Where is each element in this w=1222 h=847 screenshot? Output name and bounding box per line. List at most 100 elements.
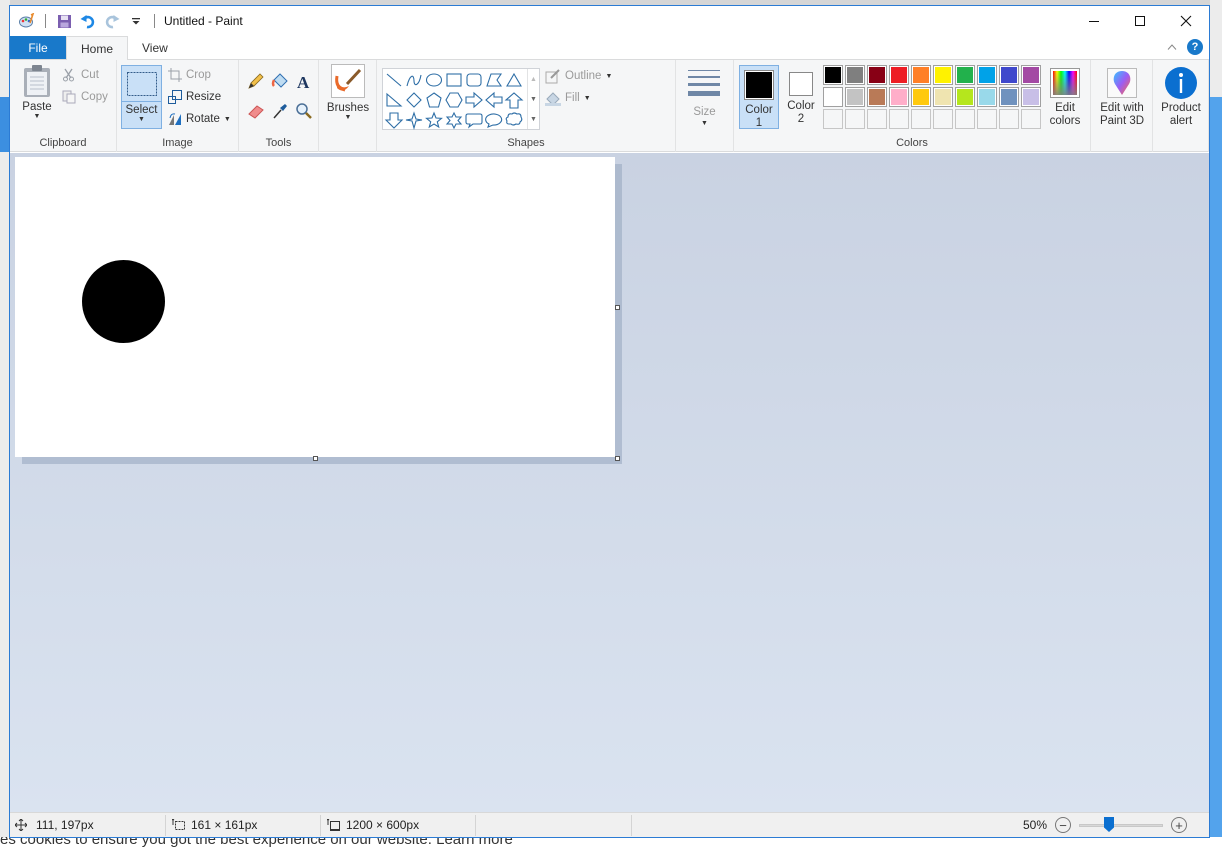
palette-swatch[interactable] (823, 87, 843, 107)
resize-handle-corner[interactable] (615, 456, 620, 461)
shape-rectangle[interactable] (446, 73, 462, 87)
palette-swatch-empty[interactable] (823, 109, 843, 129)
zoom-out-button[interactable]: − (1055, 817, 1071, 833)
palette-swatch[interactable] (977, 87, 997, 107)
save-icon[interactable] (55, 12, 73, 30)
palette-swatch-empty[interactable] (1021, 109, 1041, 129)
shape-curve[interactable] (406, 74, 422, 87)
palette-swatch[interactable] (999, 87, 1019, 107)
drawing-canvas[interactable] (15, 157, 615, 457)
palette-swatch-empty[interactable] (845, 109, 865, 129)
tab-view[interactable]: View (128, 36, 182, 59)
fill-icon[interactable] (271, 72, 289, 90)
palette-swatch[interactable] (823, 65, 843, 85)
text-icon[interactable]: A (295, 72, 313, 90)
color1-button[interactable]: Color 1 (739, 65, 779, 129)
palette-swatch[interactable] (845, 65, 865, 85)
resize-button[interactable]: Resize (168, 90, 221, 104)
palette-swatch-empty[interactable] (867, 109, 887, 129)
shape-four-point-star[interactable] (405, 111, 423, 130)
palette-swatch[interactable] (1021, 87, 1041, 107)
maximize-button[interactable] (1117, 6, 1163, 36)
shape-rounded-callout[interactable] (465, 113, 483, 129)
edit-colors-button[interactable]: Edit colors (1044, 65, 1086, 127)
canvas-workspace[interactable] (10, 153, 1209, 812)
palette-swatch[interactable] (889, 87, 909, 107)
copy-button[interactable]: Copy (62, 90, 108, 104)
zoom-slider[interactable] (1079, 817, 1163, 833)
shape-five-point-star[interactable] (425, 111, 443, 129)
shape-hexagon[interactable] (445, 92, 463, 108)
shape-polygon[interactable] (486, 73, 503, 87)
fill-button[interactable]: Fill ▼ (545, 90, 591, 106)
outline-dropdown-icon[interactable]: ▼ (605, 73, 612, 80)
undo-icon[interactable] (79, 12, 97, 30)
shape-diamond[interactable] (406, 92, 422, 108)
fill-dropdown-icon[interactable]: ▼ (584, 95, 591, 102)
palette-swatch[interactable] (933, 65, 953, 85)
shape-pentagon[interactable] (426, 92, 442, 108)
shape-triangle[interactable] (506, 72, 522, 87)
collapse-ribbon-icon[interactable] (1167, 43, 1177, 51)
color2-button[interactable]: Color 2 (781, 65, 821, 129)
palette-swatch[interactable] (955, 65, 975, 85)
brushes-dropdown-icon[interactable]: ▼ (325, 114, 371, 121)
tab-file[interactable]: File (10, 36, 66, 59)
palette-swatch[interactable] (977, 65, 997, 85)
outline-button[interactable]: Outline ▼ (545, 68, 612, 84)
shapes-expand-icon[interactable]: ▼ (530, 116, 537, 123)
shape-cloud-callout[interactable] (505, 112, 523, 126)
palette-swatch-empty[interactable] (933, 109, 953, 129)
magnifier-icon[interactable] (295, 102, 313, 120)
palette-swatch[interactable] (911, 65, 931, 85)
eraser-icon[interactable] (247, 102, 265, 120)
rotate-button[interactable]: Rotate ▼ (168, 112, 231, 126)
zoom-slider-thumb[interactable] (1104, 817, 1114, 832)
rotate-dropdown-icon[interactable]: ▼ (224, 116, 231, 123)
pencil-icon[interactable] (247, 72, 265, 90)
size-dropdown-icon[interactable]: ▼ (676, 120, 733, 127)
shapes-scroll-down-icon[interactable]: ▼ (530, 96, 537, 103)
size-group[interactable]: Size ▼ (676, 60, 734, 152)
paste-dropdown-icon[interactable]: ▼ (14, 113, 60, 120)
shapes-scroll-up-icon[interactable]: ▲ (530, 76, 537, 83)
palette-swatch[interactable] (867, 65, 887, 85)
palette-swatch-empty[interactable] (911, 109, 931, 129)
shape-right-arrow[interactable] (465, 91, 483, 109)
zoom-in-button[interactable]: + (1171, 817, 1187, 833)
edit-with-paint3d-button[interactable]: Edit with Paint 3D (1093, 65, 1151, 127)
shape-left-arrow[interactable] (485, 91, 503, 109)
shape-rounded-rectangle[interactable] (466, 73, 482, 87)
shape-oval[interactable] (425, 73, 443, 87)
shape-up-arrow[interactable] (504, 92, 524, 109)
redo-icon[interactable] (103, 12, 121, 30)
product-alert-button[interactable]: Product alert (1155, 65, 1207, 127)
color-picker-icon[interactable] (271, 102, 289, 120)
palette-swatch[interactable] (867, 87, 887, 107)
palette-swatch[interactable] (1021, 65, 1041, 85)
palette-swatch-empty[interactable] (889, 109, 909, 129)
cut-button[interactable]: Cut (62, 68, 99, 82)
palette-swatch-empty[interactable] (955, 109, 975, 129)
palette-swatch-empty[interactable] (977, 109, 997, 129)
resize-handle-right[interactable] (615, 305, 620, 310)
close-button[interactable] (1163, 6, 1209, 36)
shape-down-arrow[interactable] (384, 112, 404, 129)
palette-swatch[interactable] (845, 87, 865, 107)
palette-swatch[interactable] (999, 65, 1019, 85)
shape-right-triangle[interactable] (386, 92, 403, 107)
palette-swatch[interactable] (955, 87, 975, 107)
customize-qat-icon[interactable] (127, 12, 145, 30)
paste-button[interactable]: Paste ▼ (14, 64, 60, 128)
help-button[interactable]: ? (1187, 39, 1203, 55)
palette-swatch-empty[interactable] (999, 109, 1019, 129)
minimize-button[interactable] (1071, 6, 1117, 36)
shape-line[interactable] (386, 73, 402, 87)
resize-handle-bottom[interactable] (313, 456, 318, 461)
palette-swatch[interactable] (911, 87, 931, 107)
select-button[interactable]: Select ▼ (121, 65, 162, 129)
tab-home[interactable]: Home (66, 36, 129, 60)
shape-oval-callout[interactable] (485, 113, 503, 128)
palette-swatch[interactable] (933, 87, 953, 107)
palette-swatch[interactable] (889, 65, 909, 85)
